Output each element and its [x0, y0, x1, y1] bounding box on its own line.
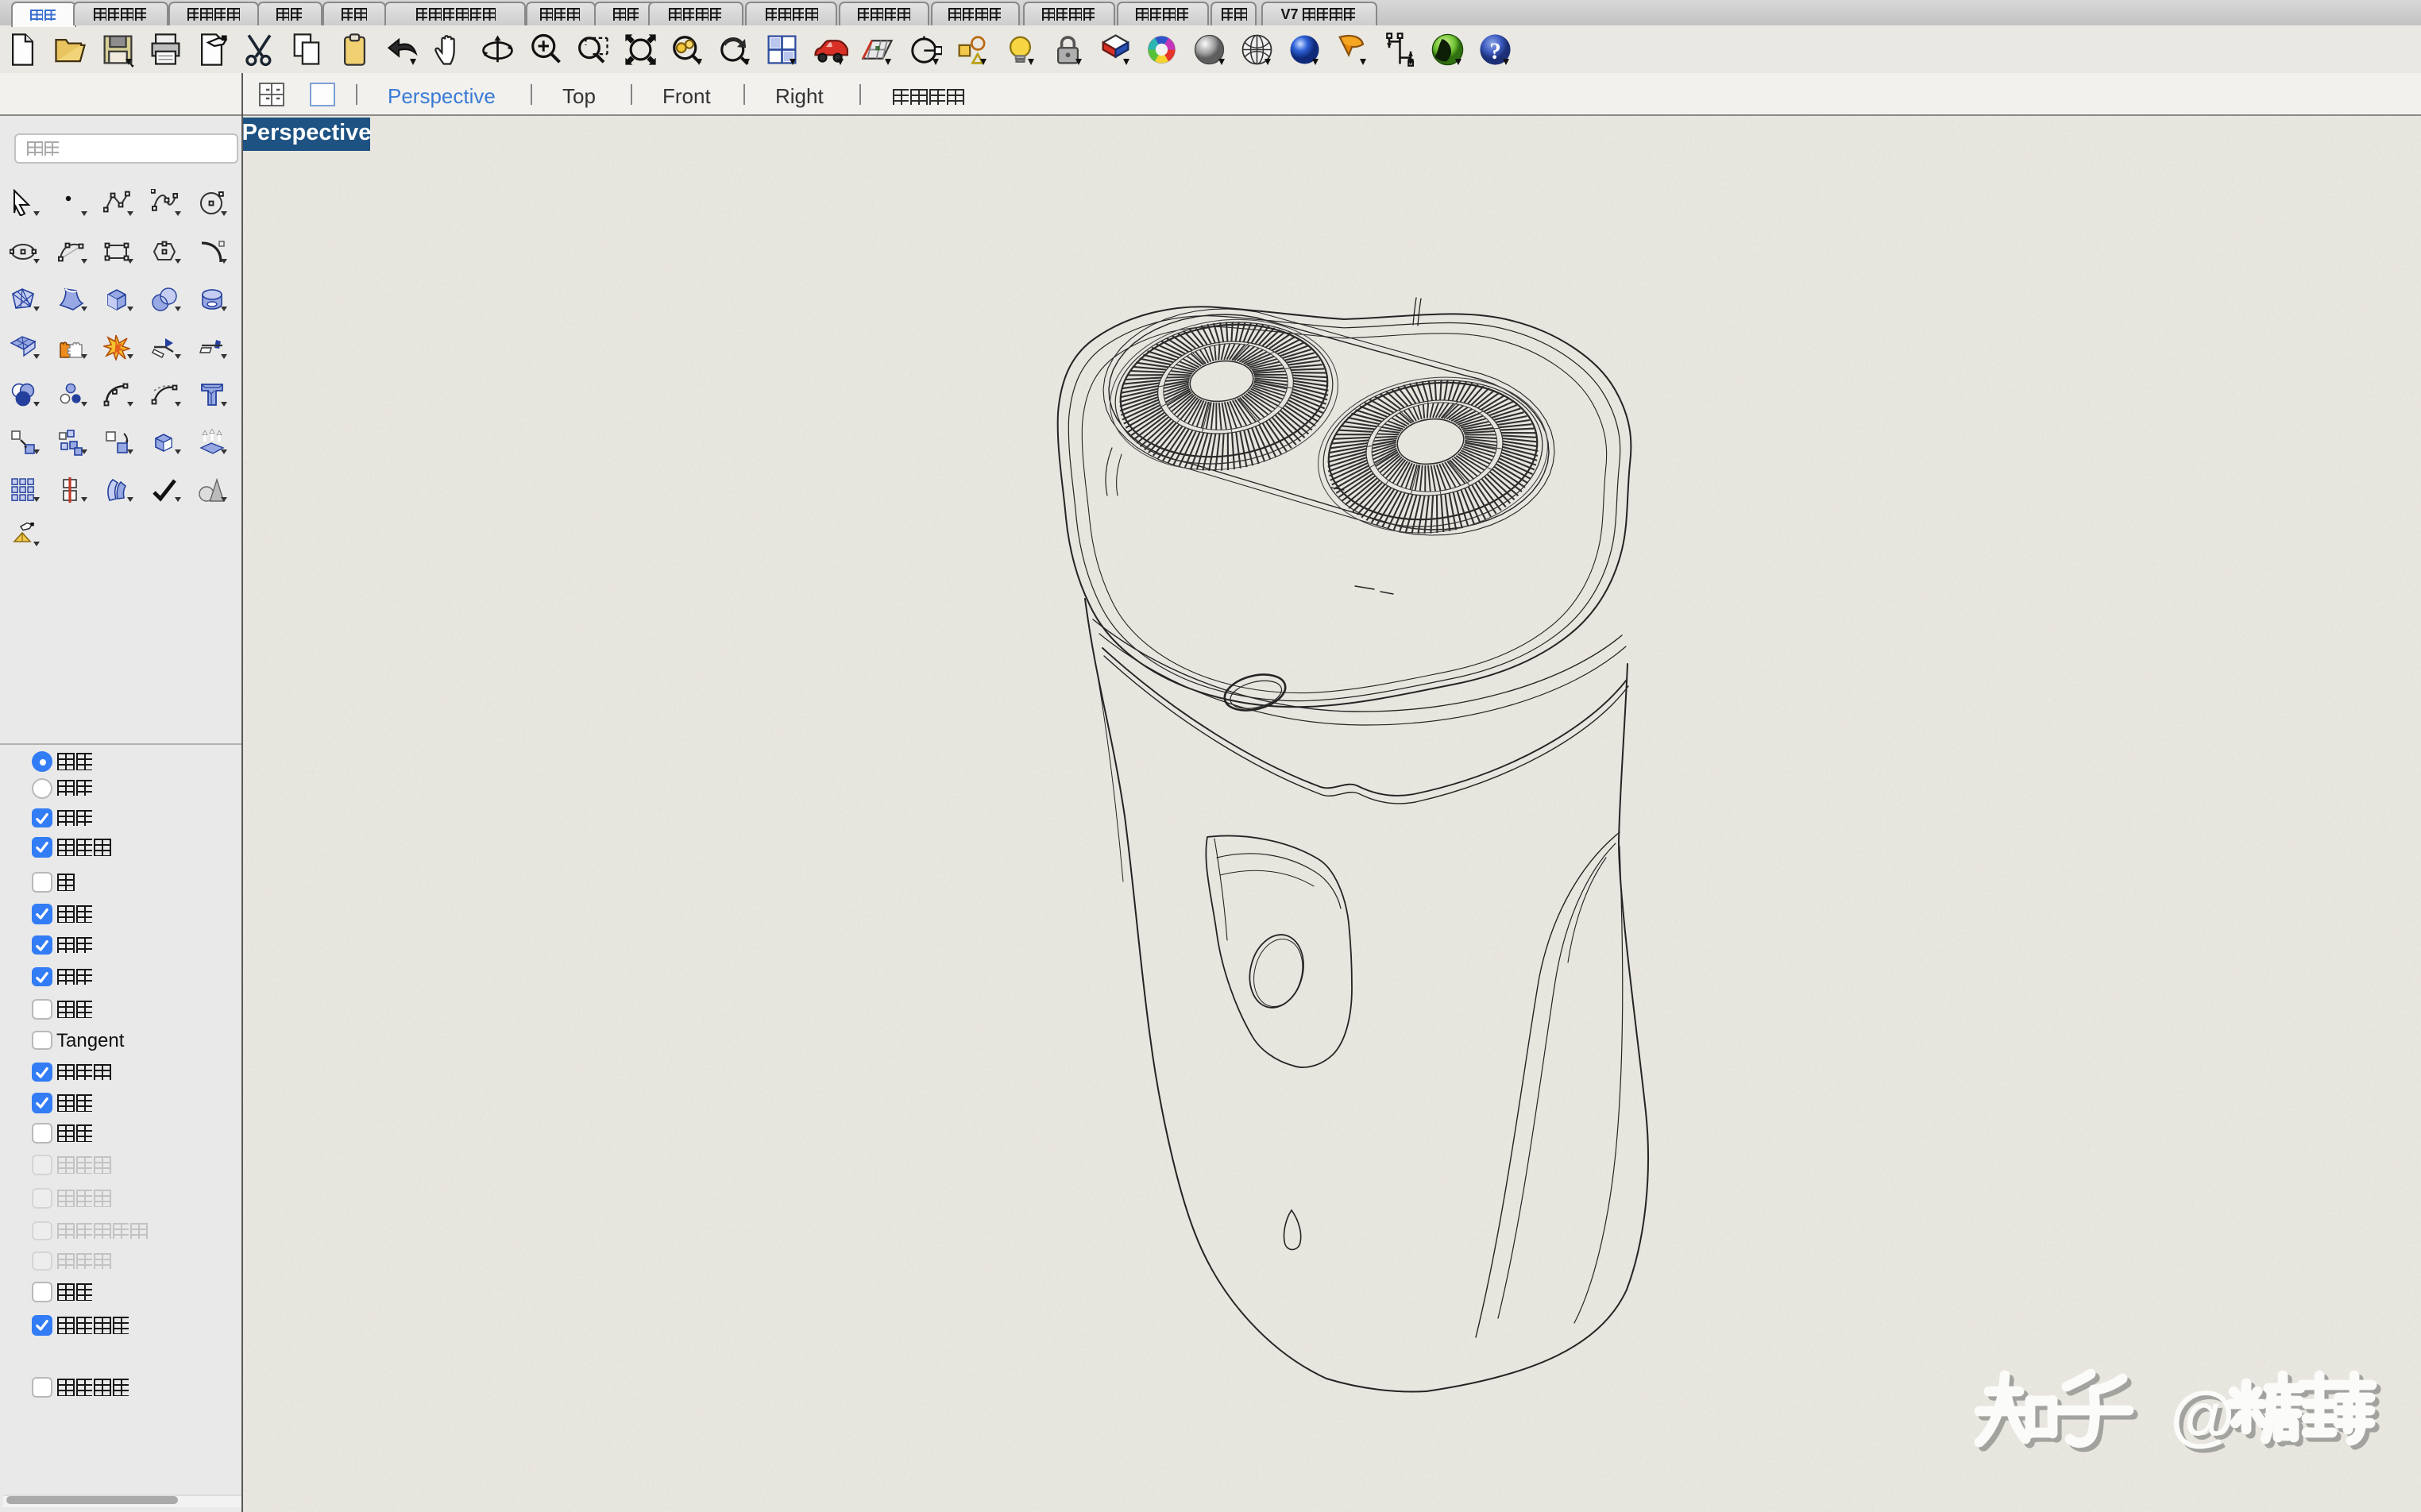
svg-text:@: @ — [2170, 1378, 2235, 1452]
